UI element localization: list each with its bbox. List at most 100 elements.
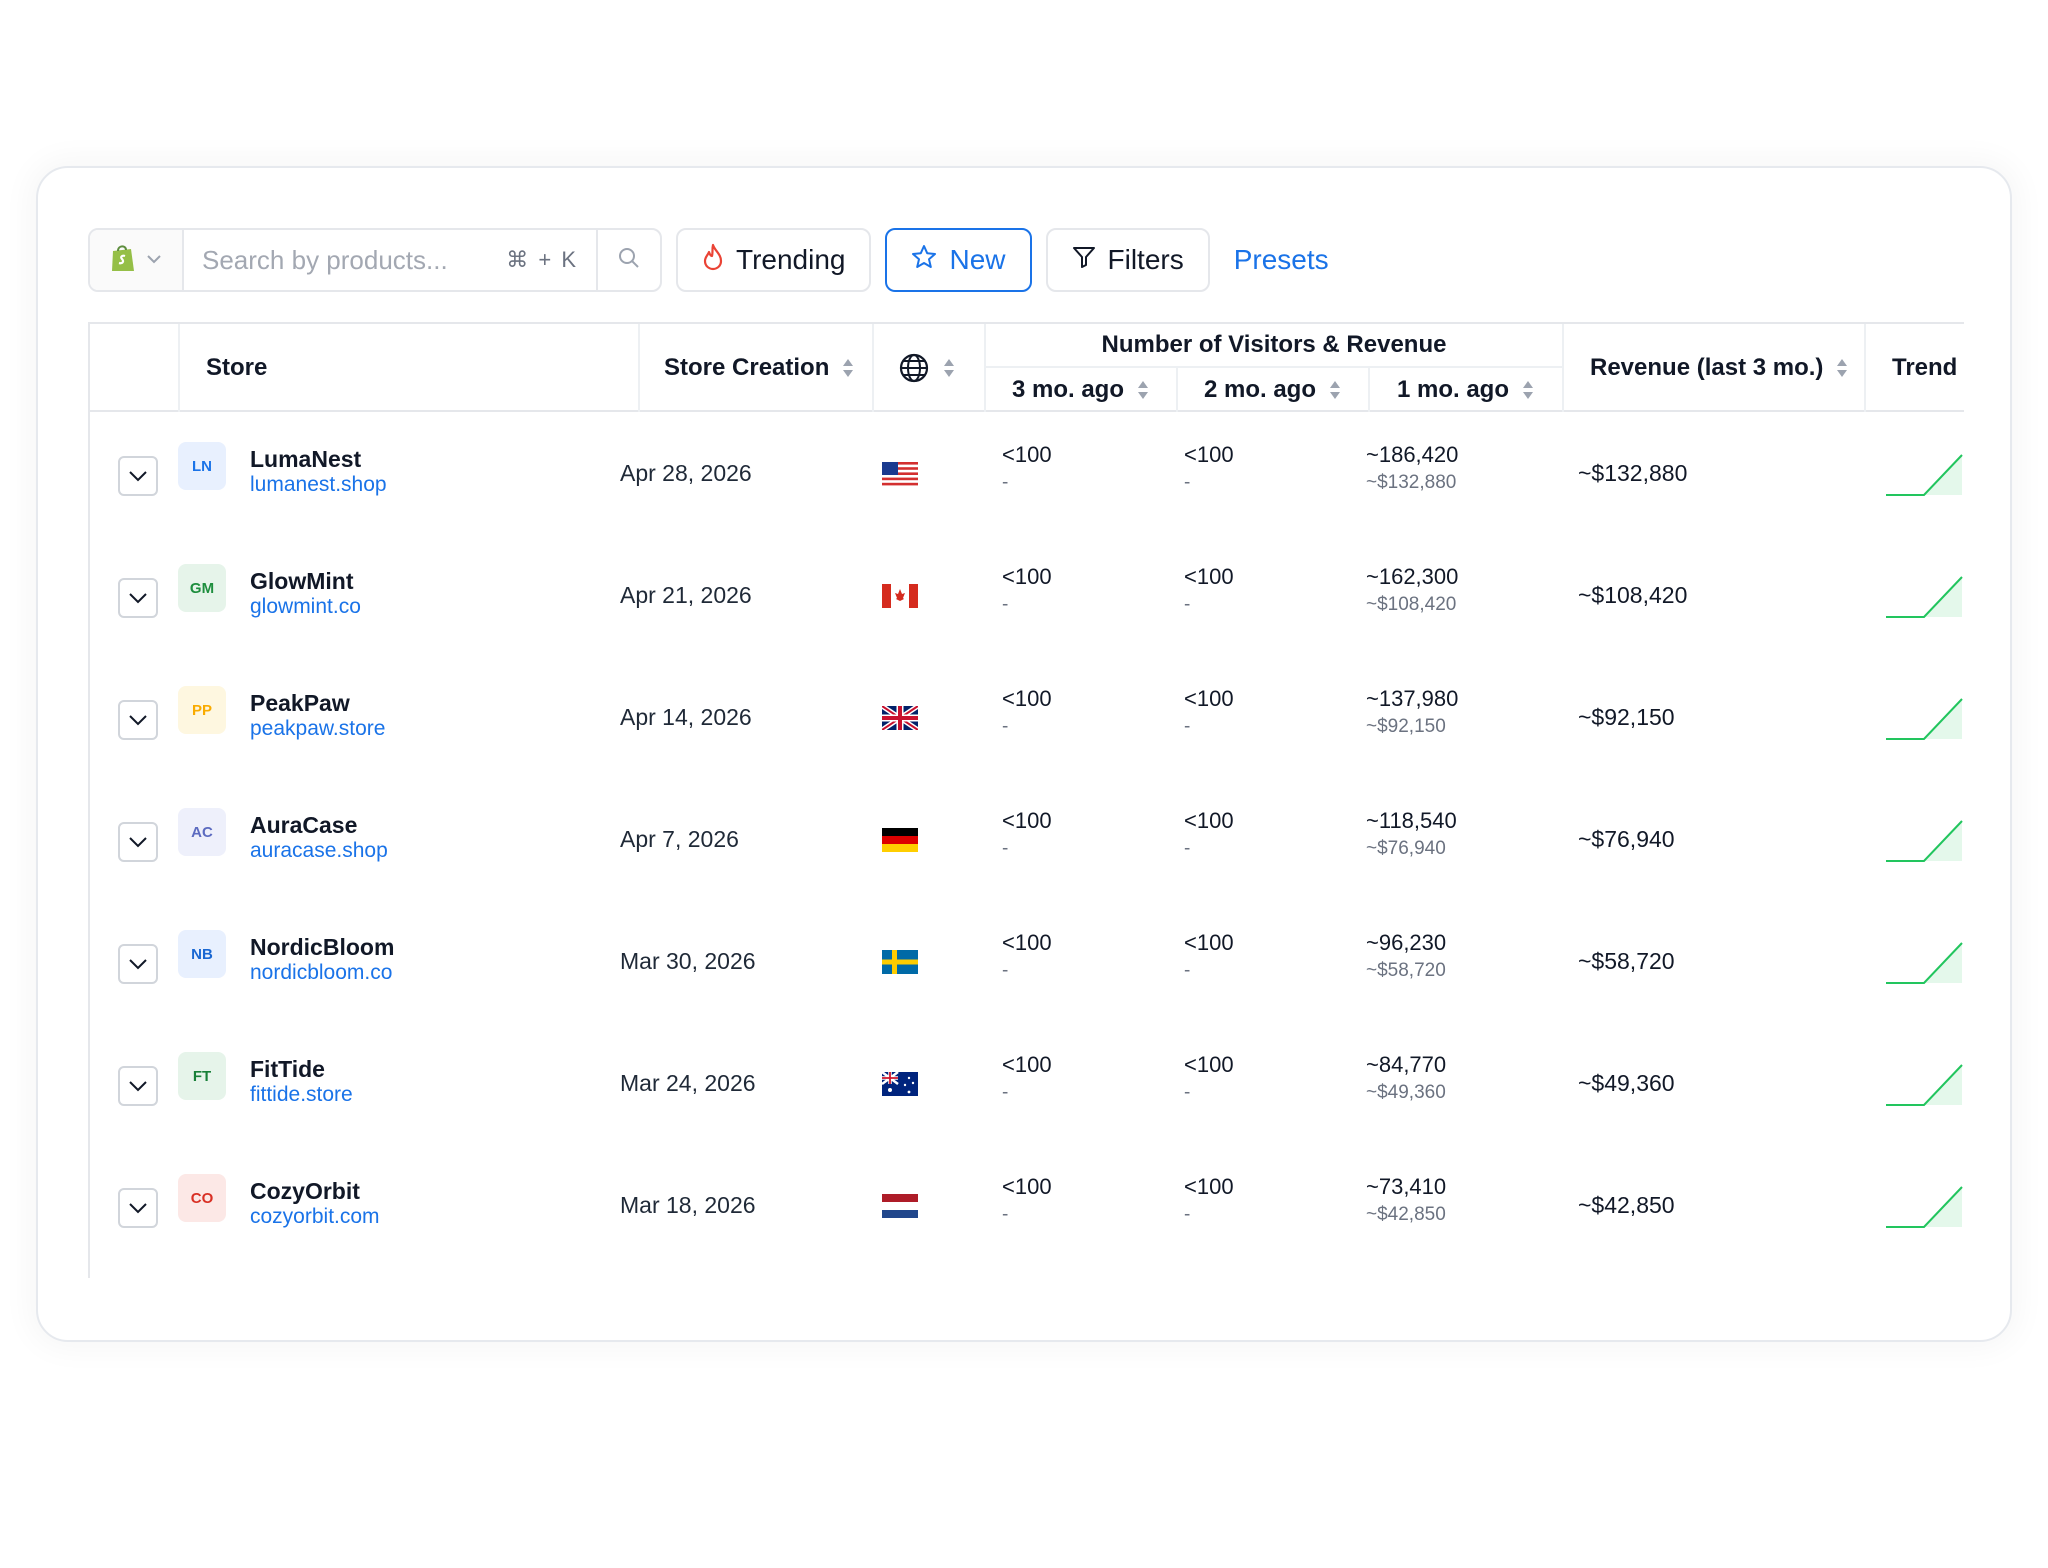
expand-row-button[interactable]: [118, 944, 158, 984]
table-row[interactable]: CO CozyOrbit cozyorbit.com Mar 18, 2026 …: [90, 1146, 1964, 1268]
m3-revenue: -: [1002, 594, 1009, 615]
m1-visitors: ~162,300: [1366, 564, 1459, 589]
m1-header-label: 1 mo. ago: [1396, 376, 1510, 403]
presets-link[interactable]: Presets: [1234, 244, 1329, 276]
store-initials: LN: [192, 457, 212, 475]
new-button[interactable]: New: [885, 228, 1032, 292]
search-input[interactable]: [202, 244, 482, 276]
store-creation-column-header[interactable]: Store Creation: [638, 324, 872, 412]
store-creation-date: Apr 28, 2026: [620, 460, 752, 486]
store-name[interactable]: PeakPaw: [250, 690, 350, 717]
sort-icon: [1837, 359, 1848, 377]
stores-panel: ⌘ + K Trending New Filters: [36, 166, 2012, 1342]
store-name[interactable]: GlowMint: [250, 568, 353, 595]
trending-button[interactable]: Trending: [676, 228, 872, 292]
m1-visitors: ~118,540: [1366, 808, 1457, 833]
flame-icon: [702, 243, 724, 278]
m3-revenue: -: [1002, 960, 1009, 981]
filters-label: Filters: [1107, 244, 1184, 275]
store-creation-date: Apr 7, 2026: [620, 826, 739, 852]
stores-table: Store Store Creation Number of Visitors …: [88, 322, 1964, 1278]
chevron-down-icon: [129, 593, 147, 604]
revenue-last-3-months: ~$42,850: [1578, 1192, 1675, 1218]
trend-sparkline: [1884, 818, 1964, 864]
store-domain-link[interactable]: fittide.store: [250, 1083, 353, 1107]
trend-sparkline: [1884, 940, 1964, 986]
m3-visitors: <100: [1002, 564, 1052, 589]
sort-icon: [843, 359, 854, 377]
store-domain-link[interactable]: glowmint.co: [250, 595, 361, 619]
expand-row-button[interactable]: [118, 700, 158, 740]
expand-row-button[interactable]: [118, 822, 158, 862]
table-row[interactable]: NB NordicBloom nordicbloom.co Mar 30, 20…: [90, 902, 1964, 1024]
expand-row-button[interactable]: [118, 1188, 158, 1228]
expand-row-button[interactable]: [118, 578, 158, 618]
store-name[interactable]: NordicBloom: [250, 934, 394, 961]
store-name[interactable]: AuraCase: [250, 812, 357, 839]
m3-visitors: <100: [1002, 930, 1052, 955]
store-name[interactable]: LumaNest: [250, 446, 361, 473]
chevron-down-icon: [146, 251, 162, 269]
table-row[interactable]: FT FitTide fittide.store Mar 24, 2026 <1…: [90, 1024, 1964, 1146]
table-row[interactable]: PP PeakPaw peakpaw.store Apr 14, 2026 <1…: [90, 658, 1964, 780]
store-domain-link[interactable]: nordicbloom.co: [250, 961, 392, 985]
m1-revenue: ~$42,850: [1366, 1204, 1446, 1225]
m2-visitors: <100: [1184, 1052, 1234, 1077]
expand-row-button[interactable]: [118, 1066, 158, 1106]
trend-sparkline: [1884, 452, 1964, 498]
store-avatar: LN: [178, 442, 226, 490]
sort-icon: [944, 359, 954, 377]
chevron-down-icon: [129, 837, 147, 848]
table-row[interactable]: AC AuraCase auracase.shop Apr 7, 2026 <1…: [90, 780, 1964, 902]
table-row[interactable]: GM GlowMint glowmint.co Apr 21, 2026 <10…: [90, 536, 1964, 658]
trend-sparkline: [1884, 696, 1964, 742]
revenue-column-header[interactable]: Revenue (last 3 mo.): [1562, 324, 1864, 412]
m3-column-header[interactable]: 3 mo. ago: [984, 368, 1176, 412]
new-label: New: [949, 244, 1006, 275]
store-domain-link[interactable]: lumanest.shop: [250, 473, 387, 497]
country-column-header[interactable]: [872, 324, 984, 412]
store-initials: PP: [191, 701, 212, 719]
country-flag-se-icon: [882, 950, 918, 974]
m3-revenue: -: [1002, 1204, 1009, 1225]
m3-visitors: <100: [1002, 686, 1052, 711]
search-icon: [617, 246, 641, 275]
m1-revenue: ~$58,720: [1366, 960, 1446, 981]
store-name[interactable]: CozyOrbit: [250, 1178, 360, 1205]
m2-column-header[interactable]: 2 mo. ago: [1176, 368, 1368, 412]
country-flag-de-icon: [882, 828, 918, 852]
m2-revenue: -: [1184, 472, 1191, 493]
store-name[interactable]: FitTide: [250, 1056, 325, 1083]
m1-visitors: ~137,980: [1366, 686, 1459, 711]
m2-revenue: -: [1184, 1082, 1191, 1103]
m1-visitors: ~73,410: [1366, 1174, 1447, 1199]
store-domain-link[interactable]: auracase.shop: [250, 839, 388, 863]
m2-revenue: -: [1184, 594, 1191, 615]
store-column-header: Store: [178, 324, 638, 412]
chevron-down-icon: [129, 959, 147, 970]
search-button[interactable]: [598, 230, 660, 290]
store-creation-date: Mar 18, 2026: [620, 1192, 756, 1218]
filters-button[interactable]: Filters: [1045, 228, 1210, 292]
store-domain-link[interactable]: peakpaw.store: [250, 717, 385, 741]
shopify-bag-icon: [110, 243, 136, 278]
globe-icon: [899, 353, 929, 383]
m1-column-header[interactable]: 1 mo. ago: [1368, 368, 1562, 412]
platform-select[interactable]: [90, 230, 184, 290]
revenue-last-3-months: ~$58,720: [1578, 948, 1675, 974]
m1-visitors: ~186,420: [1366, 442, 1459, 467]
chevron-down-icon: [129, 1081, 147, 1092]
m2-revenue: -: [1184, 838, 1191, 859]
sort-icon: [1138, 381, 1149, 399]
m2-revenue: -: [1184, 960, 1191, 981]
country-flag-us-icon: [882, 462, 918, 486]
sort-icon: [1523, 381, 1534, 399]
m2-visitors: <100: [1184, 442, 1234, 467]
table-row[interactable]: LN LumaNest lumanest.shop Apr 28, 2026 <…: [90, 414, 1964, 536]
store-avatar: PP: [178, 686, 226, 734]
m2-visitors: <100: [1184, 808, 1234, 833]
expand-row-button[interactable]: [118, 456, 158, 496]
m3-visitors: <100: [1002, 808, 1052, 833]
store-domain-link[interactable]: cozyorbit.com: [250, 1205, 380, 1229]
m1-revenue: ~$76,940: [1366, 838, 1446, 859]
